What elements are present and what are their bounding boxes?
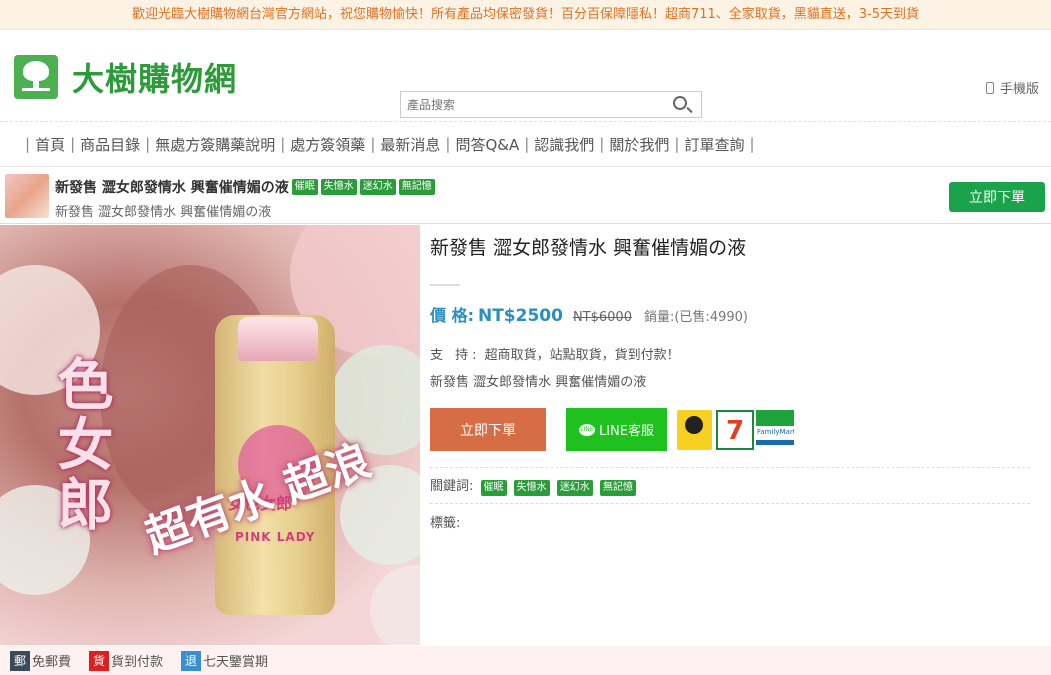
support-row: 支 持: 超商取貨，站點取貨，貨到付款！	[430, 344, 1030, 363]
keyword-tag[interactable]: 失憶水	[513, 480, 550, 496]
main-nav: | 首頁 | 商品目錄 | 無處方簽購藥說明 | 處方簽領藥 | 最新消息 | 問答Q&A…	[0, 121, 1051, 167]
tags-label: 標籤:	[430, 516, 461, 531]
seven-eleven-logo-icon: 7	[716, 409, 754, 450]
phone-icon	[985, 81, 994, 94]
return-icon: 退	[181, 650, 202, 671]
divider	[430, 284, 460, 286]
service-footer: 郵 免郵費 貨 貨到付款 退 七天鑒賞期	[0, 646, 1051, 675]
free-shipping-item: 郵 免郵費	[10, 650, 72, 671]
tags-row: 標籤:	[430, 512, 1030, 531]
keywords-label: 關鍵詞:	[430, 479, 474, 494]
search-input[interactable]	[401, 92, 651, 117]
keyword-tag[interactable]: 無記憶	[599, 480, 636, 496]
tag-badge[interactable]: 無記憶	[398, 179, 435, 195]
product-description: 新發售 澀女郎發情水 興奮催情媚の液	[430, 375, 647, 390]
order-now-button-top[interactable]: 立即下單	[949, 182, 1045, 212]
nav-item-know-us[interactable]: 認識我們	[534, 134, 594, 155]
cod-item: 貨 貨到付款	[89, 650, 164, 671]
old-price: NT$6000	[572, 310, 632, 325]
line-support-button[interactable]: LINE LINE客服	[566, 408, 667, 451]
nav-item-news[interactable]: 最新消息	[380, 134, 440, 155]
keywords-row: 關鍵詞: 催眠 失憶水 迷幻水 無記憶	[430, 467, 1030, 504]
sticky-product-bar: 新發售 澀女郎發情水 興奮催情媚の液 催眠 失憶水 迷幻水 無記憶 新發售 澀女…	[0, 168, 1051, 224]
vertical-overlay: 色女郎	[48, 355, 113, 535]
line-icon: LINE	[578, 423, 595, 436]
sales-count: 銷量:(已售:4990)	[643, 310, 748, 325]
tree-logo-icon	[14, 55, 58, 99]
product-thumbnail	[5, 174, 49, 218]
free-shipping-text: 免郵費	[32, 655, 72, 670]
familymart-logo-icon: FamilyMart	[756, 409, 794, 450]
keyword-tag[interactable]: 催眠	[480, 480, 507, 496]
line-support-label: LINE客服	[598, 424, 654, 439]
nav-item-about[interactable]: 關於我們	[609, 134, 669, 155]
nav-item-order-query[interactable]: 訂單查詢	[684, 134, 744, 155]
product-bar-title-row: 新發售 澀女郎發情水 興奮催情媚の液 催眠 失憶水 迷幻水 無記憶	[55, 177, 435, 197]
tag-badge[interactable]: 催眠	[291, 179, 318, 195]
mobile-version-link[interactable]: 手機版	[985, 78, 1039, 97]
cod-icon: 貨	[89, 650, 110, 671]
tag-badge[interactable]: 迷幻水	[359, 179, 396, 195]
price: NT$2500	[477, 306, 563, 326]
nav-item-faq[interactable]: 問答Q&A	[455, 134, 519, 155]
search-box	[400, 91, 702, 118]
site-logo[interactable]: 大樹購物網	[14, 54, 237, 100]
bottle-cap	[238, 317, 318, 361]
order-now-button[interactable]: 立即下單	[430, 408, 546, 451]
product-bar-subtitle: 新發售 澀女郎發情水 興奮催情媚の液	[55, 205, 272, 220]
product-info: 新發售 澀女郎發情水 興奮催情媚の液 價 格: NT$2500 NT$6000 …	[430, 225, 1030, 531]
product-image: 女色女郎 PINK LADY 超有水 超浪 色女郎	[0, 225, 420, 645]
mobile-version-label: 手機版	[999, 82, 1039, 97]
support-label: 支 持:	[430, 348, 481, 363]
nav-item-home[interactable]: 首頁	[35, 134, 65, 155]
nav-item-no-prescription[interactable]: 無處方簽購藥說明	[155, 134, 275, 155]
return-item: 退 七天鑒賞期	[181, 650, 269, 671]
mail-icon: 郵	[10, 650, 30, 671]
announcement-bar: 歡迎光臨大樹購物網台灣官方網站，祝您購物愉快！所有產品均保密發貨！百分百保障隱私…	[0, 0, 1051, 30]
product-bar-title: 新發售 澀女郎發情水 興奮催情媚の液	[55, 180, 289, 196]
nav-item-catalog[interactable]: 商品目錄	[80, 134, 140, 155]
price-row: 價 格: NT$2500 NT$6000 銷量:(已售:4990)	[430, 302, 1030, 326]
nav-item-prescription[interactable]: 處方簽領藥	[290, 134, 365, 155]
cod-text: 貨到付款	[111, 655, 164, 670]
header: 大樹購物網 手機版	[0, 30, 1051, 120]
product-title: 新發售 澀女郎發情水 興奮催情媚の液	[430, 237, 747, 259]
black-cat-logo-icon	[677, 409, 712, 450]
tag-badge[interactable]: 失憶水	[320, 179, 357, 195]
support-text: 超商取貨，站點取貨，貨到付款！	[484, 348, 680, 363]
site-name: 大樹購物網	[72, 60, 238, 98]
return-text: 七天鑒賞期	[203, 655, 269, 670]
action-row: 立即下單 LINE LINE客服 7 FamilyMart	[430, 408, 1030, 451]
keyword-tag[interactable]: 迷幻水	[556, 480, 593, 496]
search-icon[interactable]	[673, 96, 687, 110]
price-label: 價 格:	[430, 306, 474, 325]
